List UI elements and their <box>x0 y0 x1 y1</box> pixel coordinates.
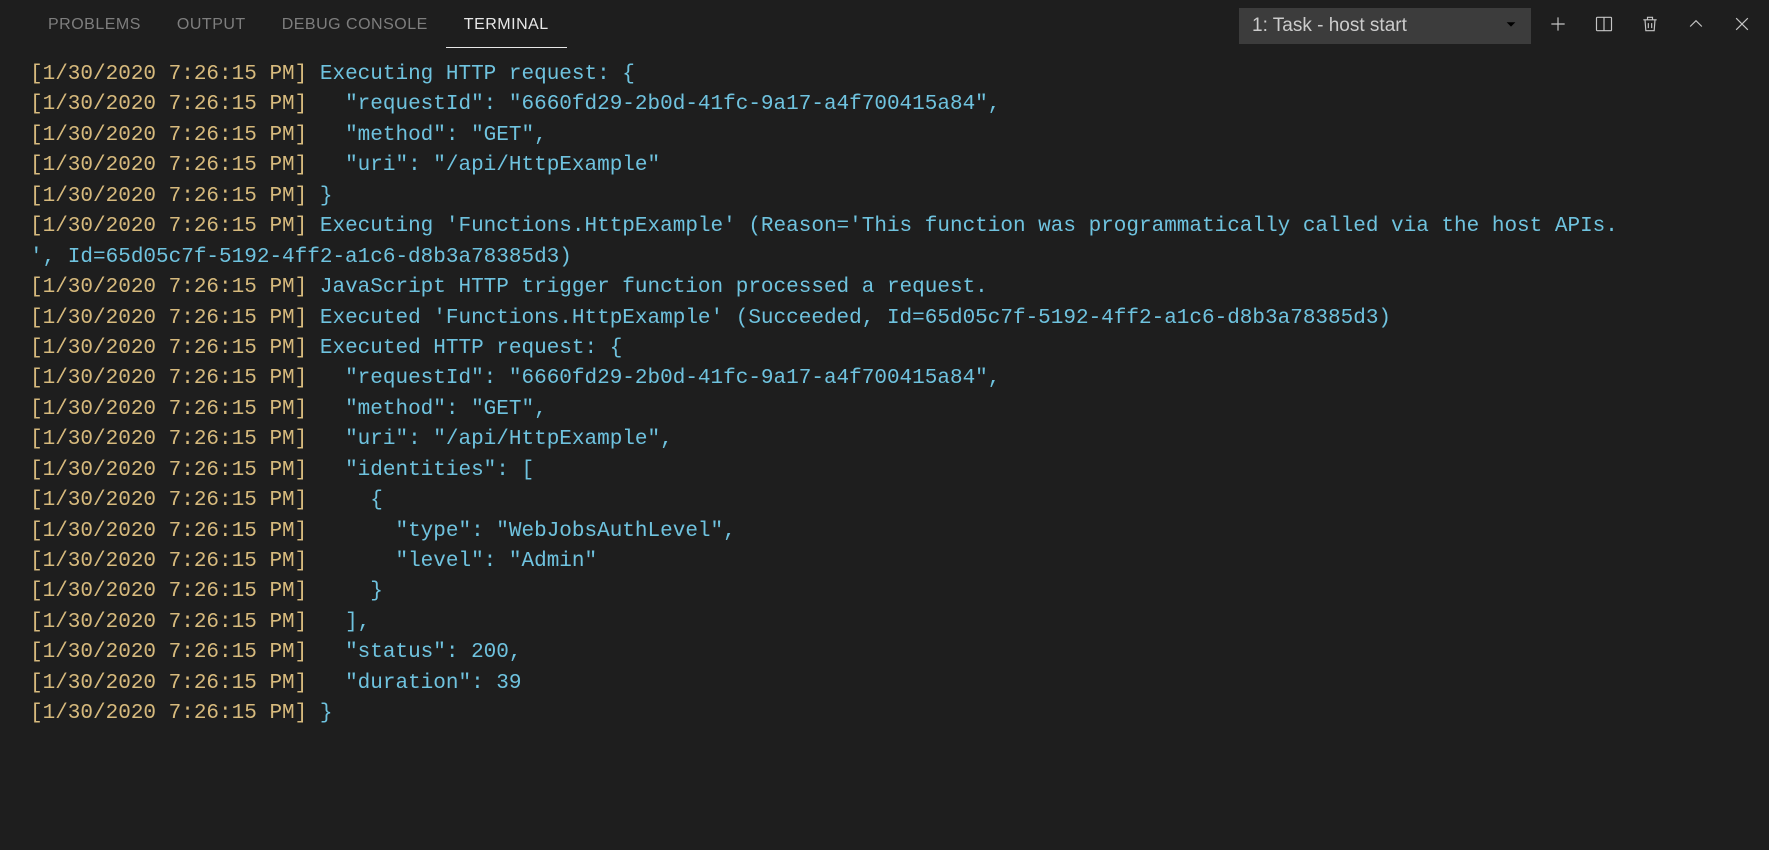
tab-output[interactable]: Output <box>159 4 264 48</box>
tab-terminal[interactable]: Terminal <box>446 4 567 48</box>
kill-terminal-button[interactable] <box>1631 7 1669 45</box>
new-terminal-button[interactable] <box>1539 7 1577 45</box>
trash-icon <box>1640 14 1660 39</box>
tab-debug-console[interactable]: Debug Console <box>264 4 446 48</box>
split-terminal-button[interactable] <box>1585 7 1623 45</box>
terminal-selector-dropdown[interactable]: 1: Task - host start <box>1239 8 1531 44</box>
split-icon <box>1594 14 1614 39</box>
terminal-output[interactable]: [1/30/2020 7:26:15 PM] Executing HTTP re… <box>0 52 1769 740</box>
close-icon <box>1732 14 1752 39</box>
terminal-selector-label: 1: Task - host start <box>1252 15 1407 37</box>
panel-header: Problems Output Debug Console Terminal 1… <box>0 0 1769 52</box>
panel-actions: 1: Task - host start <box>1239 7 1761 45</box>
plus-icon <box>1548 14 1568 39</box>
close-panel-button[interactable] <box>1723 7 1761 45</box>
tab-problems[interactable]: Problems <box>30 4 159 48</box>
chevron-up-icon <box>1686 14 1706 39</box>
panel-tabs: Problems Output Debug Console Terminal <box>30 4 567 48</box>
chevron-down-icon <box>1504 15 1518 37</box>
maximize-panel-button[interactable] <box>1677 7 1715 45</box>
